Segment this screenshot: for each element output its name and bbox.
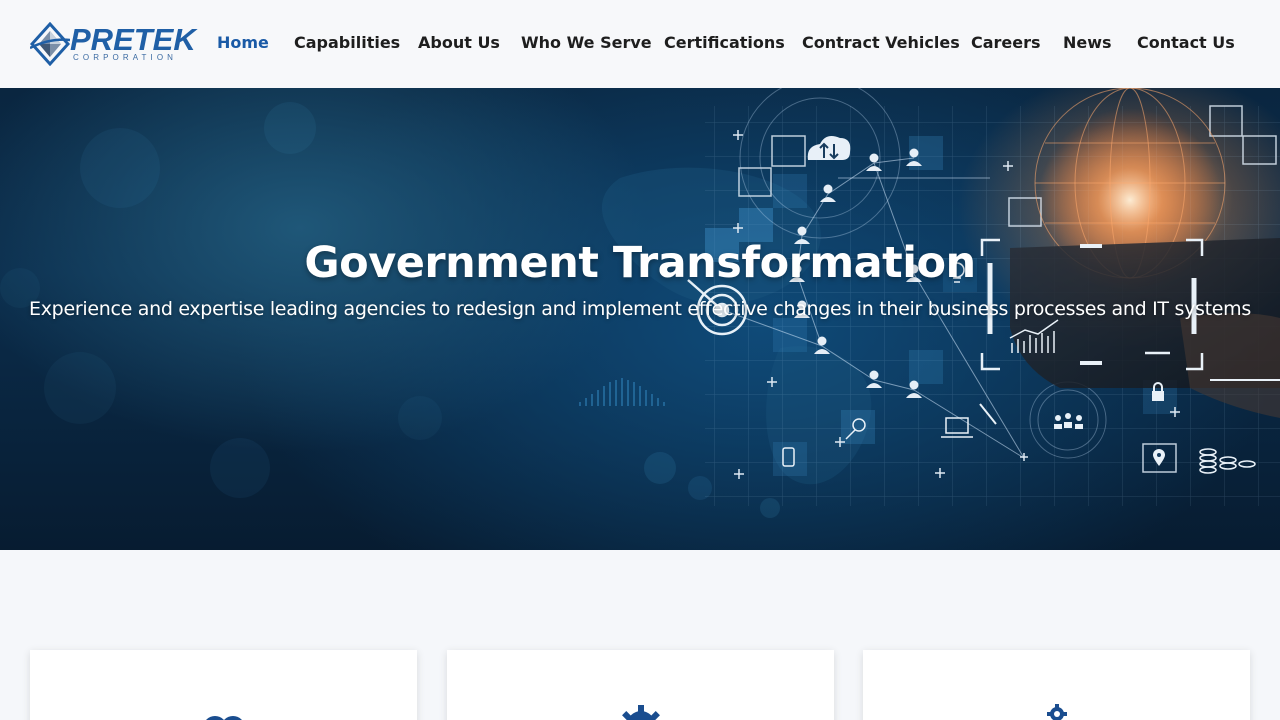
people-icon xyxy=(205,716,242,720)
hero-banner: Government Transformation Experience and… xyxy=(0,88,1280,550)
nav-certifications[interactable]: Certifications xyxy=(664,31,785,55)
gear-icon xyxy=(621,705,660,720)
feature-card-3[interactable] xyxy=(863,650,1250,720)
nav-who-we-serve[interactable]: Who We Serve xyxy=(521,31,652,55)
hero-subtitle: Experience and expertise leading agencie… xyxy=(29,298,1251,320)
nav-news[interactable]: News xyxy=(1063,31,1112,55)
feature-card-2[interactable] xyxy=(447,650,834,720)
nav-contract-vehicles[interactable]: Contract Vehicles xyxy=(802,31,960,55)
sound-wave xyxy=(579,378,665,406)
hero-title: Government Transformation xyxy=(304,238,976,288)
main-nav: Home Capabilities About Us Who We Serve … xyxy=(0,0,1280,88)
site-header: PRETEK CORPORATION Home Capabilities Abo… xyxy=(0,0,1280,88)
nav-careers[interactable]: Careers xyxy=(971,31,1041,55)
nav-contact-us[interactable]: Contact Us xyxy=(1137,31,1235,55)
nav-home[interactable]: Home xyxy=(217,31,269,55)
nav-capabilities[interactable]: Capabilities xyxy=(294,31,400,55)
gears-icon xyxy=(1046,704,1067,720)
nav-about-us[interactable]: About Us xyxy=(418,31,500,55)
feature-card-1[interactable] xyxy=(30,650,417,720)
